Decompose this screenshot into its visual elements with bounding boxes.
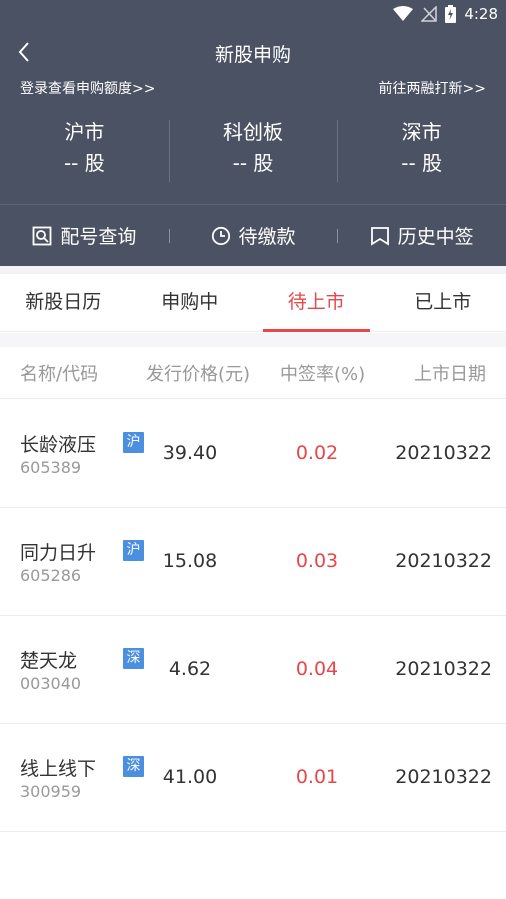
wifi-icon — [393, 6, 414, 22]
winning-rate: 0.01 — [295, 766, 339, 788]
action-label: 待缴款 — [238, 226, 296, 248]
stock-list: 长龄液压 沪 605389 39.40 0.02 20210322 同力日升 沪… — [0, 400, 506, 832]
market-name: 沪市 — [64, 120, 105, 144]
table-row[interactable]: 同力日升 沪 605286 15.08 0.03 20210322 — [0, 508, 506, 616]
status-time: 4:28 — [464, 5, 498, 23]
bookmark-icon — [370, 226, 390, 246]
history-winning-button[interactable]: 历史中签 — [337, 222, 506, 249]
tab-pending-listing[interactable]: 待上市 — [253, 274, 380, 332]
stock-code: 003040 — [20, 674, 82, 693]
market-sh: 沪市 -- 股 — [0, 118, 169, 184]
battery-charging-icon — [445, 5, 457, 23]
market-name: 深市 — [401, 120, 442, 144]
tab-new-stock-calendar[interactable]: 新股日历 — [0, 274, 127, 331]
table-row[interactable]: 长龄液压 沪 605389 39.40 0.02 20210322 — [0, 400, 506, 508]
issue-price: 39.40 — [162, 442, 218, 464]
tab-listed[interactable]: 已上市 — [380, 274, 506, 331]
stock-code: 605389 — [20, 458, 82, 477]
nav-bar: 新股申购 — [0, 36, 506, 72]
header-panel: 4:28 新股申购 登录查看申购额度>> 前往两融打新>> 沪市 -- 股 科创… — [0, 0, 506, 266]
stock-name: 同力日升 — [20, 542, 97, 564]
action-label: 配号查询 — [60, 226, 137, 248]
market-name: 科创板 — [223, 120, 283, 144]
market-count: -- 股 — [63, 151, 105, 175]
margin-ipo-link[interactable]: 前往两融打新>> — [379, 78, 486, 98]
header-issue-price: 发行价格(元) — [146, 364, 251, 385]
issue-price: 41.00 — [162, 766, 218, 788]
divider — [0, 333, 506, 347]
header-listing-date: 上市日期 — [414, 364, 486, 385]
market-count: -- 股 — [232, 151, 274, 175]
clock-icon — [211, 226, 231, 246]
divider — [0, 266, 506, 274]
search-doc-icon — [32, 226, 52, 246]
table-header: 名称/代码 发行价格(元) 中签率(%) 上市日期 — [0, 347, 506, 399]
no-signal-icon — [421, 6, 438, 22]
link-row: 登录查看申购额度>> 前往两融打新>> — [20, 78, 486, 100]
action-label: 历史中签 — [397, 226, 474, 248]
tab-bar: 新股日历 申购中 待上市 已上市 — [0, 274, 506, 332]
table-row[interactable]: 线上线下 深 300959 41.00 0.01 20210322 — [0, 724, 506, 832]
market-star: 科创板 -- 股 — [168, 118, 338, 184]
winning-rate: 0.04 — [295, 658, 339, 680]
stock-name: 楚天龙 — [20, 650, 78, 672]
pending-payment-button[interactable]: 待缴款 — [168, 222, 338, 249]
issue-price: 4.62 — [168, 658, 212, 680]
listing-date: 20210322 — [395, 550, 492, 572]
market-count: -- 股 — [401, 151, 443, 175]
allotment-query-button[interactable]: 配号查询 — [0, 222, 169, 249]
market-sz: 深市 -- 股 — [337, 118, 506, 184]
winning-rate: 0.02 — [295, 442, 339, 464]
winning-rate: 0.03 — [295, 550, 339, 572]
tab-subscribing[interactable]: 申购中 — [127, 274, 254, 331]
action-bar: 配号查询 待缴款 历史中签 — [0, 205, 506, 266]
listing-date: 20210322 — [395, 658, 492, 680]
stock-name: 长龄液压 — [20, 434, 97, 456]
page-title: 新股申购 — [214, 44, 291, 66]
stock-name: 线上线下 — [20, 758, 97, 780]
login-quota-link[interactable]: 登录查看申购额度>> — [20, 78, 155, 98]
stock-code: 300959 — [20, 782, 82, 801]
listing-date: 20210322 — [395, 766, 492, 788]
header-name-code: 名称/代码 — [20, 364, 99, 385]
header-winning-rate: 中签率(%) — [280, 364, 366, 385]
table-row[interactable]: 楚天龙 深 003040 4.62 0.04 20210322 — [0, 616, 506, 724]
listing-date: 20210322 — [395, 442, 492, 464]
status-bar: 4:28 — [0, 0, 506, 30]
stock-code: 605286 — [20, 566, 82, 585]
issue-price: 15.08 — [162, 550, 218, 572]
market-quota-row: 沪市 -- 股 科创板 -- 股 深市 -- 股 — [0, 118, 506, 184]
